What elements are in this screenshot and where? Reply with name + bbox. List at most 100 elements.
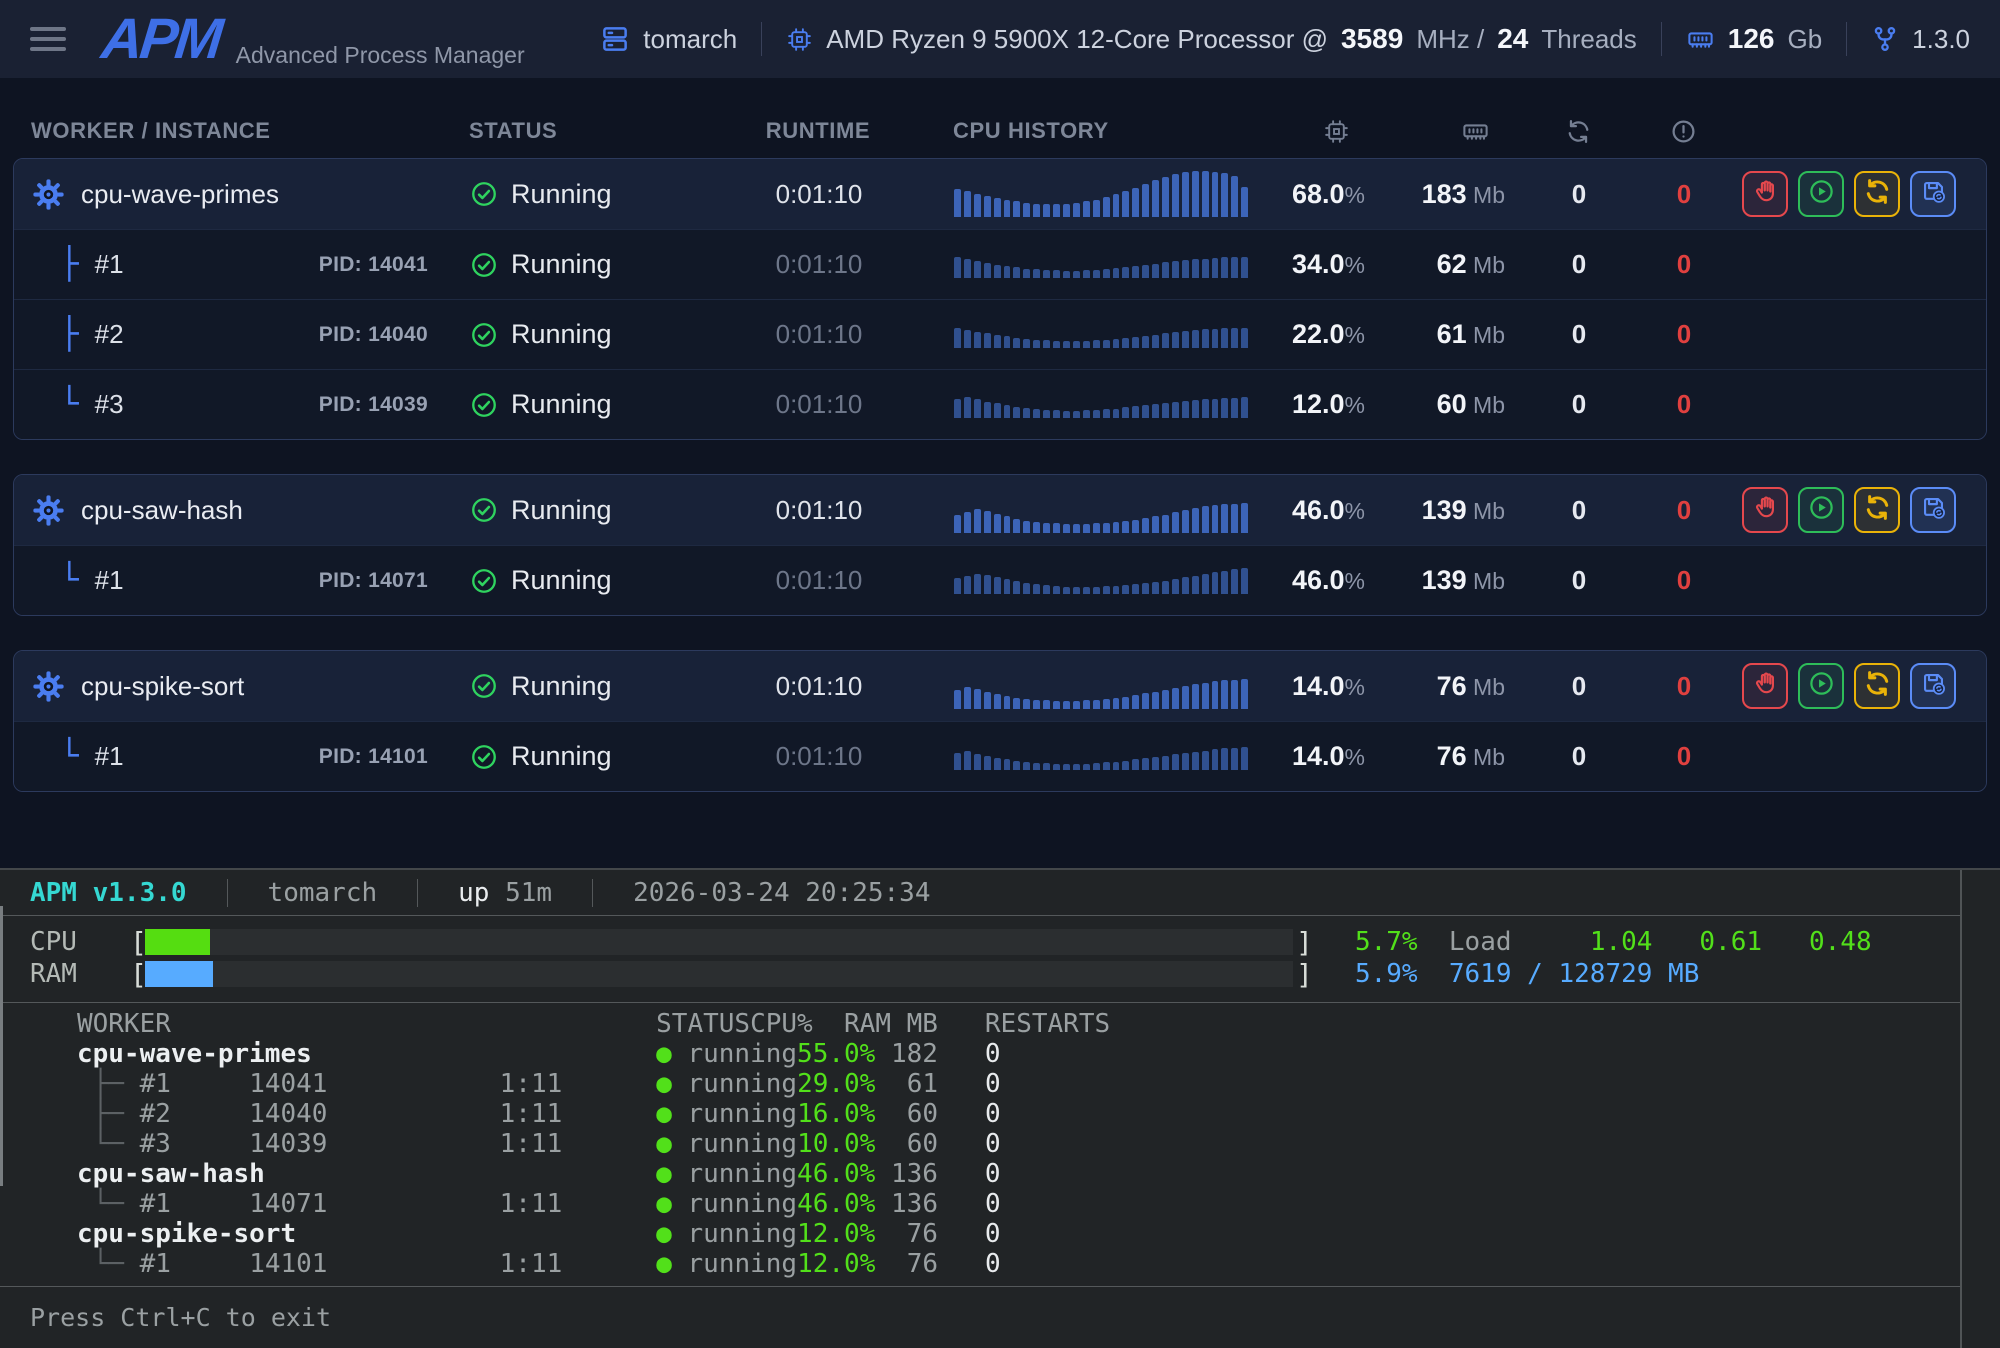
status-label: Running bbox=[511, 179, 612, 210]
column-errors-icon bbox=[1648, 118, 1718, 145]
menu-icon[interactable] bbox=[30, 27, 66, 51]
restart-button[interactable] bbox=[1854, 487, 1900, 533]
ram-gauge: RAM [ ] 5.9% 7619 / 128729 MB bbox=[30, 958, 1948, 990]
terminal-footer: Press Ctrl+C to exit bbox=[0, 1286, 1960, 1348]
terminal-scrollbar[interactable] bbox=[0, 906, 3, 1186]
ram-gauge-values: 5.9% 7619 / 128729 MB bbox=[1308, 959, 1948, 989]
runtime-value: 0:01:10 bbox=[776, 741, 863, 771]
instance-label: #1 bbox=[95, 249, 124, 280]
server-icon bbox=[600, 24, 630, 54]
worker-name: cpu-spike-sort bbox=[81, 671, 244, 702]
errors-count: 0 bbox=[1677, 495, 1691, 525]
terminal-header: APM v1.3.0 tomarch up 51m 2026-03-24 20:… bbox=[0, 870, 1960, 916]
app-subtitle: Advanced Process Manager bbox=[236, 42, 525, 78]
worker-group-row[interactable]: cpu-wave-primesRunning0:01:1068.0%183 Mb… bbox=[14, 159, 1986, 229]
cpu-mhz-unit: MHz / bbox=[1416, 24, 1484, 55]
stop-button[interactable] bbox=[1742, 171, 1788, 217]
cpu-percent: 14.0 bbox=[1292, 741, 1345, 771]
instance-pid: PID: 14039 bbox=[319, 393, 444, 417]
divider bbox=[1661, 22, 1662, 56]
gear-icon bbox=[32, 670, 65, 703]
runtime-value: 0:01:10 bbox=[776, 671, 863, 701]
status-label: Running bbox=[511, 565, 612, 596]
save-button[interactable] bbox=[1910, 487, 1956, 533]
memory-value: 61 bbox=[1437, 319, 1467, 349]
divider bbox=[1846, 22, 1847, 56]
worker-card: cpu-spike-sortRunning0:01:1014.0%76 Mb00… bbox=[13, 650, 1987, 792]
cpu-indicator: AMD Ryzen 9 5900X 12-Core Processor @ 35… bbox=[786, 23, 1637, 55]
worker-name: cpu-wave-primes bbox=[81, 179, 279, 210]
start-button[interactable] bbox=[1798, 171, 1844, 217]
cpu-percent: 22.0 bbox=[1292, 319, 1345, 349]
terminal-host: tomarch bbox=[268, 878, 378, 908]
errors-count: 0 bbox=[1677, 741, 1691, 771]
instance-pid: PID: 14101 bbox=[319, 745, 444, 769]
restarts-count: 0 bbox=[1572, 389, 1586, 419]
start-button[interactable] bbox=[1798, 663, 1844, 709]
stop-button[interactable] bbox=[1742, 487, 1788, 533]
instance-label: #1 bbox=[95, 741, 124, 772]
column-worker: WORKER / INSTANCE bbox=[13, 118, 443, 144]
table-header-row: WORKER / INSTANCE STATUS RUNTIME CPU HIS… bbox=[13, 104, 1987, 158]
cpu-gauge-fill bbox=[145, 929, 210, 955]
memory-value: 183 bbox=[1422, 179, 1467, 209]
status-check-icon bbox=[470, 496, 498, 524]
process-table: WORKER / INSTANCE STATUS RUNTIME CPU HIS… bbox=[0, 78, 2000, 868]
cpu-gauge-label: CPU bbox=[30, 927, 130, 957]
errors-count: 0 bbox=[1677, 319, 1691, 349]
cpu-gauge: CPU [ ] 5.7% Load 1.04 0.61 0.48 bbox=[30, 926, 1948, 958]
runtime-value: 0:01:10 bbox=[776, 249, 863, 279]
memory-unit: Gb bbox=[1787, 24, 1822, 55]
cpu-history-chart bbox=[954, 171, 1248, 217]
column-runtime: RUNTIME bbox=[683, 118, 953, 144]
restart-icon bbox=[1863, 669, 1892, 703]
app-root: APM Advanced Process Manager tomarch AMD… bbox=[0, 0, 2000, 1348]
worker-group-row[interactable]: cpu-saw-hashRunning0:01:1046.0%139 Mb00 bbox=[14, 475, 1986, 545]
cpu-percent: 46.0 bbox=[1292, 495, 1345, 525]
instance-row: └#1PID: 14071Running0:01:1046.0%139 Mb00 bbox=[14, 545, 1986, 615]
instance-pid: PID: 14040 bbox=[319, 323, 444, 347]
memory-value: 76 bbox=[1437, 741, 1467, 771]
restart-button[interactable] bbox=[1854, 663, 1900, 709]
instance-label: #2 bbox=[95, 319, 124, 350]
cpu-percent: 68.0 bbox=[1292, 179, 1345, 209]
tree-connector-icon: ├ bbox=[60, 249, 79, 280]
play-icon bbox=[1808, 494, 1835, 526]
gear-icon bbox=[32, 494, 65, 527]
status-label: Running bbox=[511, 319, 612, 350]
instance-pid: PID: 14071 bbox=[319, 569, 444, 593]
cpu-percent: 34.0 bbox=[1292, 249, 1345, 279]
errors-count: 0 bbox=[1677, 179, 1691, 209]
ram-gauge-track bbox=[145, 961, 1293, 987]
instance-row: └#1PID: 14101Running0:01:1014.0%76 Mb00 bbox=[14, 721, 1986, 791]
tree-connector-icon: ├ bbox=[60, 319, 79, 350]
tree-connector-icon: └ bbox=[60, 389, 79, 420]
fork-icon bbox=[1871, 25, 1899, 53]
restarts-count: 0 bbox=[1572, 319, 1586, 349]
play-icon bbox=[1808, 670, 1835, 702]
save-button[interactable] bbox=[1910, 663, 1956, 709]
instance-row: ├#1PID: 14041Running0:01:1034.0%62 Mb00 bbox=[14, 229, 1986, 299]
errors-count: 0 bbox=[1677, 249, 1691, 279]
save-button[interactable] bbox=[1910, 171, 1956, 217]
cpu-percent: 46.0 bbox=[1292, 565, 1345, 595]
start-button[interactable] bbox=[1798, 487, 1844, 533]
row-actions bbox=[1719, 171, 1986, 217]
cpu-history-chart bbox=[954, 663, 1248, 709]
cpu-history-chart bbox=[954, 487, 1248, 533]
worker-name: cpu-saw-hash bbox=[81, 495, 243, 526]
memory-value: 62 bbox=[1437, 249, 1467, 279]
worker-group-row[interactable]: cpu-spike-sortRunning0:01:1014.0%76 Mb00 bbox=[14, 651, 1986, 721]
stop-button[interactable] bbox=[1742, 663, 1788, 709]
runtime-value: 0:01:10 bbox=[776, 495, 863, 525]
status-check-icon bbox=[470, 567, 498, 595]
restart-icon bbox=[1863, 177, 1892, 211]
cpu-threads: 24 bbox=[1497, 23, 1528, 55]
column-cpu-icon bbox=[1253, 118, 1368, 145]
runtime-value: 0:01:10 bbox=[776, 389, 863, 419]
restart-button[interactable] bbox=[1854, 171, 1900, 217]
status-check-icon bbox=[470, 743, 498, 771]
memory-icon bbox=[1686, 25, 1715, 54]
divider bbox=[227, 879, 228, 907]
cpu-gauge-values: 5.7% Load 1.04 0.61 0.48 bbox=[1308, 927, 1948, 957]
